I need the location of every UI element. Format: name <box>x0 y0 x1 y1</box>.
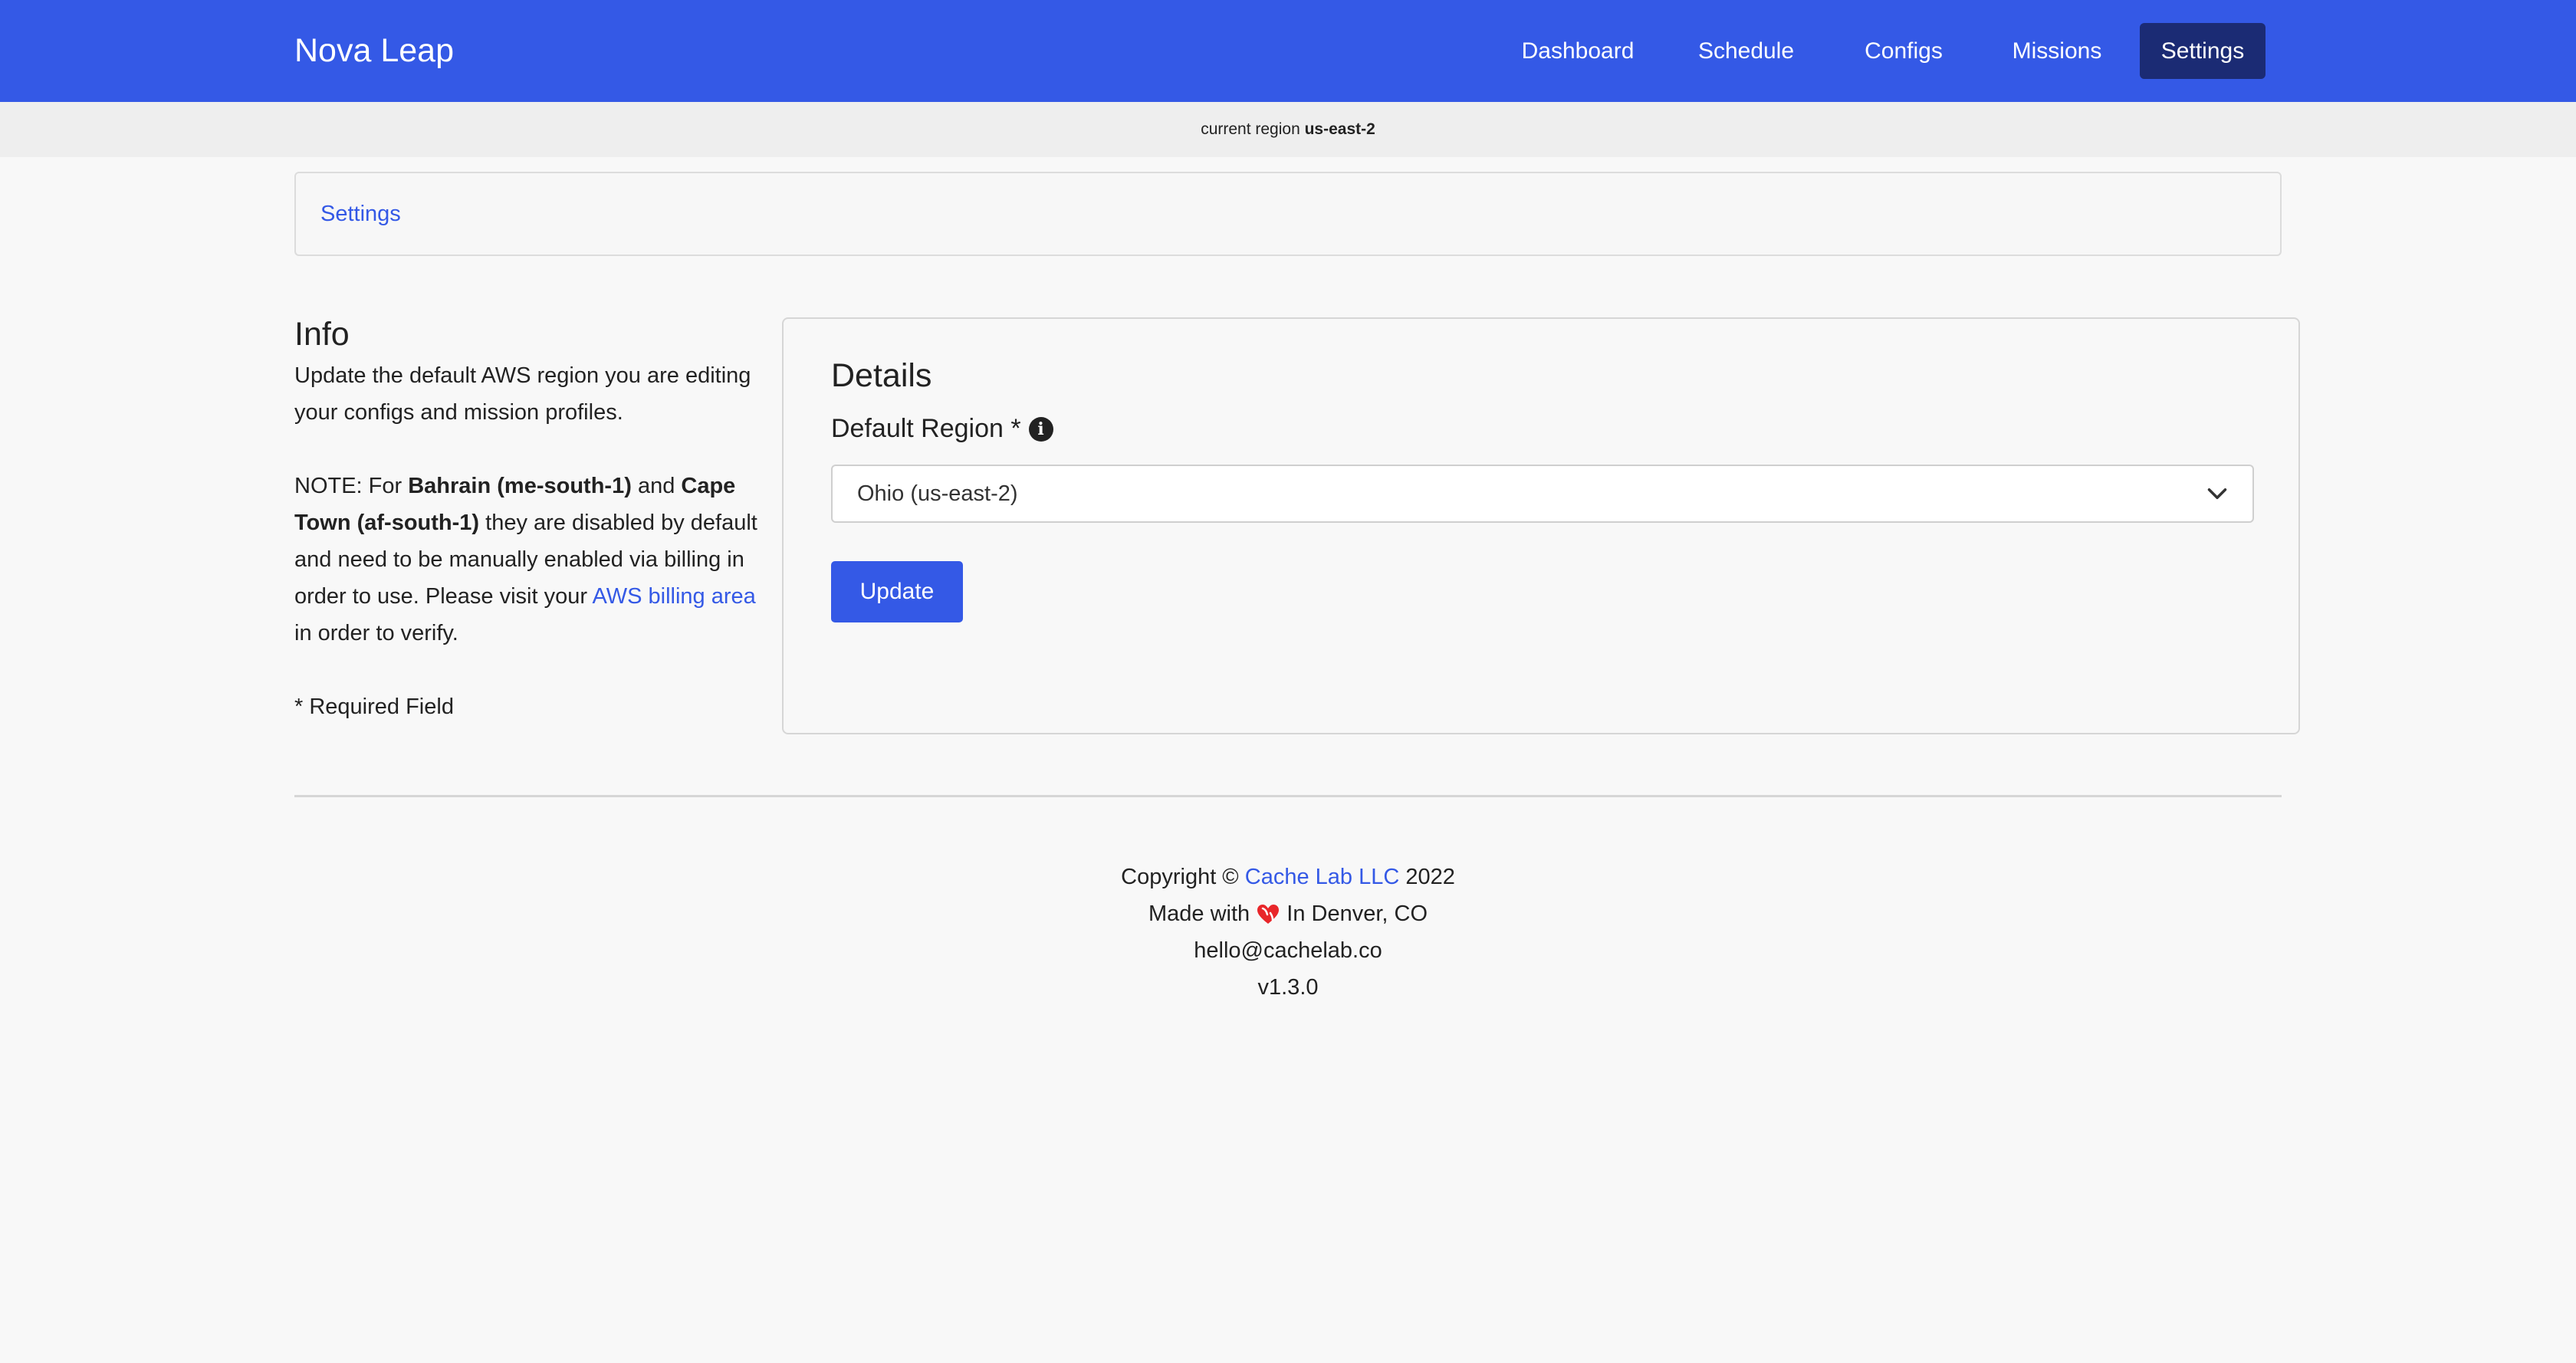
details-heading: Details <box>831 357 932 394</box>
default-region-label: Default Region * i <box>831 414 1053 444</box>
footer-divider <box>294 795 2282 797</box>
default-region-value: Ohio (us-east-2) <box>857 481 1018 506</box>
region-prefix: current region <box>1201 120 1300 138</box>
app-version: v1.3.0 <box>1257 975 1319 1000</box>
breadcrumb-settings-link[interactable]: Settings <box>320 173 401 255</box>
bahrain-region: Bahrain (me-south-1) <box>408 474 632 498</box>
nav-dashboard[interactable]: Dashboard <box>1497 23 1659 79</box>
update-button[interactable]: Update <box>831 561 963 622</box>
app-title[interactable]: Nova Leap <box>294 0 454 102</box>
current-region-bar: current region us-east-2 <box>0 102 2576 157</box>
nav-settings[interactable]: Settings <box>2140 23 2266 79</box>
current-region: us-east-2 <box>1304 120 1375 138</box>
info-description: Update the default AWS region you are ed… <box>294 363 751 425</box>
contact-email: hello@cachelab.co <box>1194 938 1382 963</box>
aws-billing-link[interactable]: AWS billing area <box>592 584 755 609</box>
main-nav: Dashboard Schedule Configs Missions Sett… <box>1497 23 2266 79</box>
made-with-line: Made with In Denver, CO <box>1148 902 1428 926</box>
info-heading: Info <box>294 316 350 353</box>
default-region-select[interactable]: Ohio (us-east-2) <box>831 465 2254 523</box>
footer: Copyright © Cache Lab LLC 2022 Made with… <box>0 859 2576 1006</box>
info-panel: Info Update the default AWS region you a… <box>294 311 762 725</box>
info-note: NOTE: For Bahrain (me-south-1) and Cape … <box>294 474 757 645</box>
breadcrumb: Settings <box>294 172 2282 256</box>
required-field-note: * Required Field <box>294 695 454 719</box>
top-navbar: Nova Leap Dashboard Schedule Configs Mis… <box>0 0 2576 102</box>
nav-schedule[interactable]: Schedule <box>1662 23 1830 79</box>
details-card: Details Default Region * i Ohio (us-east… <box>782 317 2300 734</box>
company-link[interactable]: Cache Lab LLC <box>1245 865 1400 889</box>
chevron-down-icon <box>2207 488 2227 499</box>
heart-icon <box>1257 905 1280 925</box>
nav-missions[interactable]: Missions <box>1977 23 2137 79</box>
info-icon[interactable]: i <box>1028 416 1053 442</box>
copyright-line: Copyright © Cache Lab LLC 2022 <box>1121 865 1455 889</box>
nav-configs[interactable]: Configs <box>1833 23 1974 79</box>
